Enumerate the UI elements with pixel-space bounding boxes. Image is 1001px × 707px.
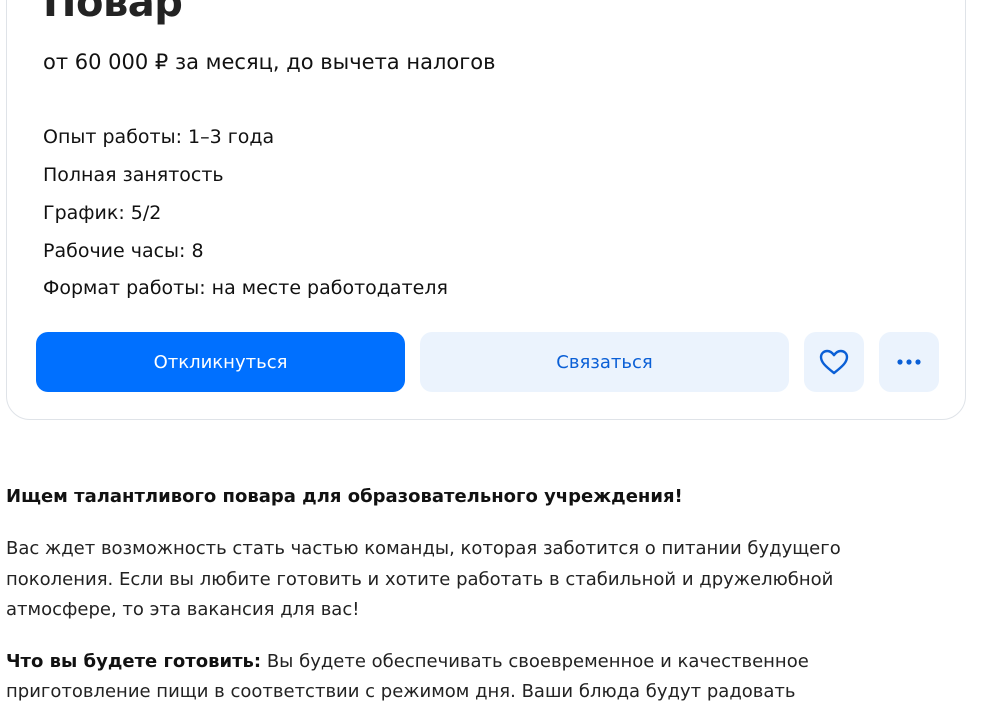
- description-intro-line-3: атмосфере, то эта вакансия для вас!: [6, 599, 360, 620]
- more-dots-icon: [897, 359, 921, 365]
- salary-text: от 60 000 ₽ за месяц, до вычета налогов: [43, 50, 496, 74]
- contact-button[interactable]: Связаться: [420, 332, 789, 392]
- favorite-button[interactable]: [804, 332, 864, 392]
- more-button[interactable]: [879, 332, 939, 392]
- description-cook-line-2: приготовление пищи в соответствии с режи…: [6, 681, 796, 702]
- spec-work-format: Формат работы: на месте работодателя: [43, 277, 448, 299]
- description-heading-text: Ищем талантливого повара для образовател…: [6, 486, 683, 507]
- description-intro-line-1: Вас ждет возможность стать частью команд…: [6, 538, 841, 559]
- contact-button-label: Связаться: [556, 351, 653, 373]
- vacancy-title: Повар: [43, 0, 183, 26]
- heart-icon: [819, 349, 849, 375]
- respond-button-label: Откликнуться: [153, 351, 288, 373]
- description-intro-line-2: поколения. Если вы любите готовить и хот…: [6, 569, 834, 590]
- description-cook-paragraph: Что вы будете готовить: Вы будете обеспе…: [6, 646, 946, 677]
- description-heading: Ищем талантливого повара для образовател…: [6, 481, 946, 512]
- spec-hours: Рабочие часы: 8: [43, 240, 204, 262]
- description-cook-text: Вы будете обеспечивать своевременное и к…: [261, 651, 809, 672]
- description-cook-label: Что вы будете готовить:: [6, 651, 262, 672]
- respond-button[interactable]: Откликнуться: [36, 332, 405, 392]
- spec-schedule: График: 5/2: [43, 202, 162, 224]
- spec-employment: Полная занятость: [43, 164, 224, 186]
- spec-experience: Опыт работы: 1–3 года: [43, 126, 275, 148]
